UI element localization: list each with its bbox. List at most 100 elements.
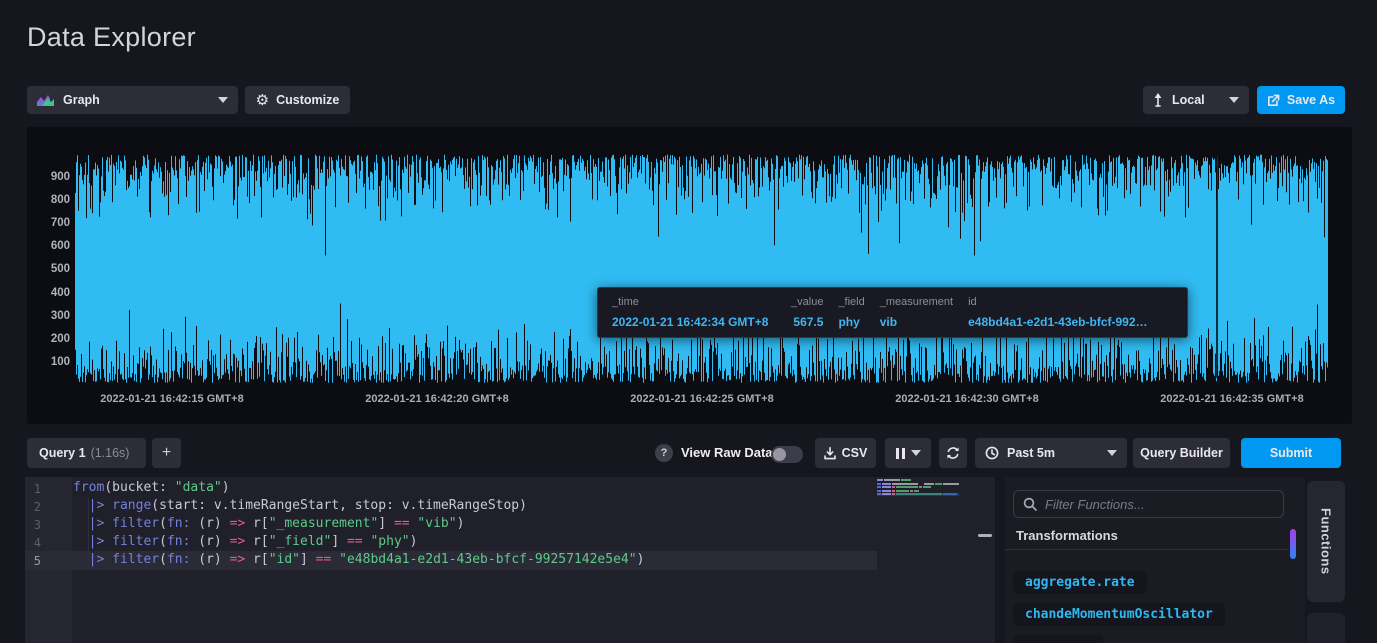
time-range-dropdown[interactable]: Past 5m [975, 438, 1127, 468]
line-number: 2 [25, 498, 41, 516]
page-title: Data Explorer [27, 22, 196, 53]
tooltip-id-header: id [968, 296, 1173, 308]
code-token: "_field" [269, 534, 332, 549]
time-range-label: Past 5m [1007, 446, 1055, 460]
code-token: => [230, 552, 246, 567]
query-tab-duration: (1.16s) [91, 446, 130, 460]
code-token: from [73, 480, 104, 495]
panel-resize-handle[interactable] [978, 534, 992, 537]
code-token: |> [89, 516, 112, 531]
filter-functions-search[interactable] [1013, 490, 1284, 518]
code-token: range [112, 498, 151, 513]
functions-tab-label: Functions [1319, 508, 1334, 575]
line-number: 4 [25, 534, 41, 552]
tooltip-id-value: e48bd4a1-e2d1-43eb-bfcf-992… [968, 315, 1173, 329]
code-token: (bucket: [104, 480, 174, 495]
y-tick-label: 300 [30, 309, 70, 323]
visualization-type-dropdown[interactable]: Graph [27, 86, 238, 114]
pause-button[interactable] [885, 438, 931, 468]
refresh-icon [946, 446, 960, 460]
x-tick-label: 2022-01-21 16:42:15 GMT+8 [62, 393, 282, 405]
code-line-1[interactable]: from(bucket: "data") [73, 480, 230, 498]
series-vib-phy [76, 155, 1328, 383]
visualization-type-label: Graph [63, 93, 100, 107]
data-gap [1216, 156, 1218, 378]
tab-partial[interactable] [1307, 613, 1345, 643]
y-tick-label: 900 [30, 170, 70, 184]
help-question-icon[interactable]: ? [655, 444, 673, 462]
customize-label: Customize [276, 93, 339, 107]
x-tick-label: 2022-01-21 16:42:25 GMT+8 [592, 393, 812, 405]
editor-minimap[interactable] [877, 479, 987, 501]
code-token: |> [89, 498, 112, 513]
function-chip-aggregate-rate[interactable]: aggregate.rate [1013, 571, 1147, 594]
x-tick-label: 2022-01-21 16:42:30 GMT+8 [857, 393, 1077, 405]
add-query-button[interactable]: + [152, 438, 181, 468]
code-line-2[interactable]: |> range(start: v.timeRangeStart, stop: … [73, 498, 527, 516]
data-explorer-page: Data Explorer Graph ⚙ Customize Local [0, 0, 1377, 643]
tooltip-value-column: _value 567.5 [783, 296, 823, 329]
functions-scrollbar[interactable] [1290, 529, 1296, 559]
download-icon [824, 447, 836, 460]
chevron-down-icon [911, 450, 921, 456]
code-token: r[ [245, 552, 268, 567]
code-token [73, 516, 89, 531]
query-tab[interactable]: Query 1 (1.16s) [27, 438, 146, 468]
line-number: 5 [25, 552, 41, 570]
line-number: 3 [25, 516, 41, 534]
function-chip-partial[interactable] [1013, 635, 1103, 643]
code-token: "data" [175, 480, 222, 495]
toggle-knob [773, 448, 786, 461]
chart-panel[interactable]: 900800700600500400300200100 2022-01-21 1… [27, 127, 1352, 424]
code-token: == [394, 516, 410, 531]
code-line-5[interactable]: |> filter(fn: (r) => r["id"] == "e48bd4a… [73, 552, 644, 570]
tooltip-time-header: _time [612, 296, 768, 308]
graph-chart-icon [37, 93, 54, 107]
code-token: == [347, 534, 363, 549]
chevron-down-icon [1229, 97, 1239, 103]
code-token: ) [637, 552, 645, 567]
tab-functions[interactable]: Functions [1307, 481, 1345, 602]
filter-functions-input[interactable] [1045, 497, 1274, 512]
y-tick-label: 600 [30, 239, 70, 253]
code-token: r[ [245, 534, 268, 549]
transformations-section-title: Transformations [1016, 528, 1118, 543]
code-token: ( [159, 552, 167, 567]
code-token: ] [331, 534, 347, 549]
code-token: fn: [167, 534, 190, 549]
refresh-button[interactable] [939, 438, 967, 468]
code-token: (r) [190, 516, 229, 531]
chevron-down-icon [1107, 450, 1117, 456]
submit-button[interactable]: Submit [1241, 438, 1341, 468]
tooltip-value-header: _value [783, 296, 823, 308]
tooltip-measurement-header: _measurement [880, 296, 953, 308]
minimap-row [877, 479, 912, 481]
function-chip-chandemomentumoscillator[interactable]: chandeMomentumOscillator [1013, 603, 1225, 626]
line-number: 1 [25, 480, 41, 498]
query-tab-name: Query 1 [39, 446, 86, 460]
section-divider [1005, 549, 1289, 550]
tooltip-value-value: 567.5 [783, 315, 823, 329]
time-series-chart[interactable] [75, 150, 1328, 386]
y-tick-label: 800 [30, 193, 70, 207]
tooltip-id-column: id e48bd4a1-e2d1-43eb-bfcf-992… [968, 296, 1173, 329]
tooltip-time-column: _time 2022-01-21 16:42:34 GMT+8 [612, 296, 768, 329]
csv-label: CSV [842, 446, 868, 460]
query-builder-button[interactable]: Query Builder [1133, 438, 1230, 468]
y-tick-label: 400 [30, 286, 70, 300]
code-line-4[interactable]: |> filter(fn: (r) => r["_field"] == "phy… [73, 534, 417, 552]
download-csv-button[interactable]: CSV [815, 438, 876, 468]
code-token: ( [159, 516, 167, 531]
minimap-row [877, 483, 960, 485]
view-raw-data-toggle[interactable] [771, 446, 803, 463]
x-tick-label: 2022-01-21 16:42:35 GMT+8 [1122, 393, 1342, 405]
code-token: filter [112, 534, 159, 549]
code-line-3[interactable]: |> filter(fn: (r) => r["_measurement"] =… [73, 516, 464, 534]
save-as-button[interactable]: Save As [1257, 86, 1345, 114]
functions-panel: Transformations aggregate.rate chandeMome… [1005, 477, 1305, 643]
code-token: filter [112, 516, 159, 531]
code-token: fn: [167, 552, 190, 567]
customize-button[interactable]: ⚙ Customize [245, 86, 350, 114]
timezone-dropdown[interactable]: Local [1143, 86, 1249, 114]
code-token: == [316, 552, 332, 567]
